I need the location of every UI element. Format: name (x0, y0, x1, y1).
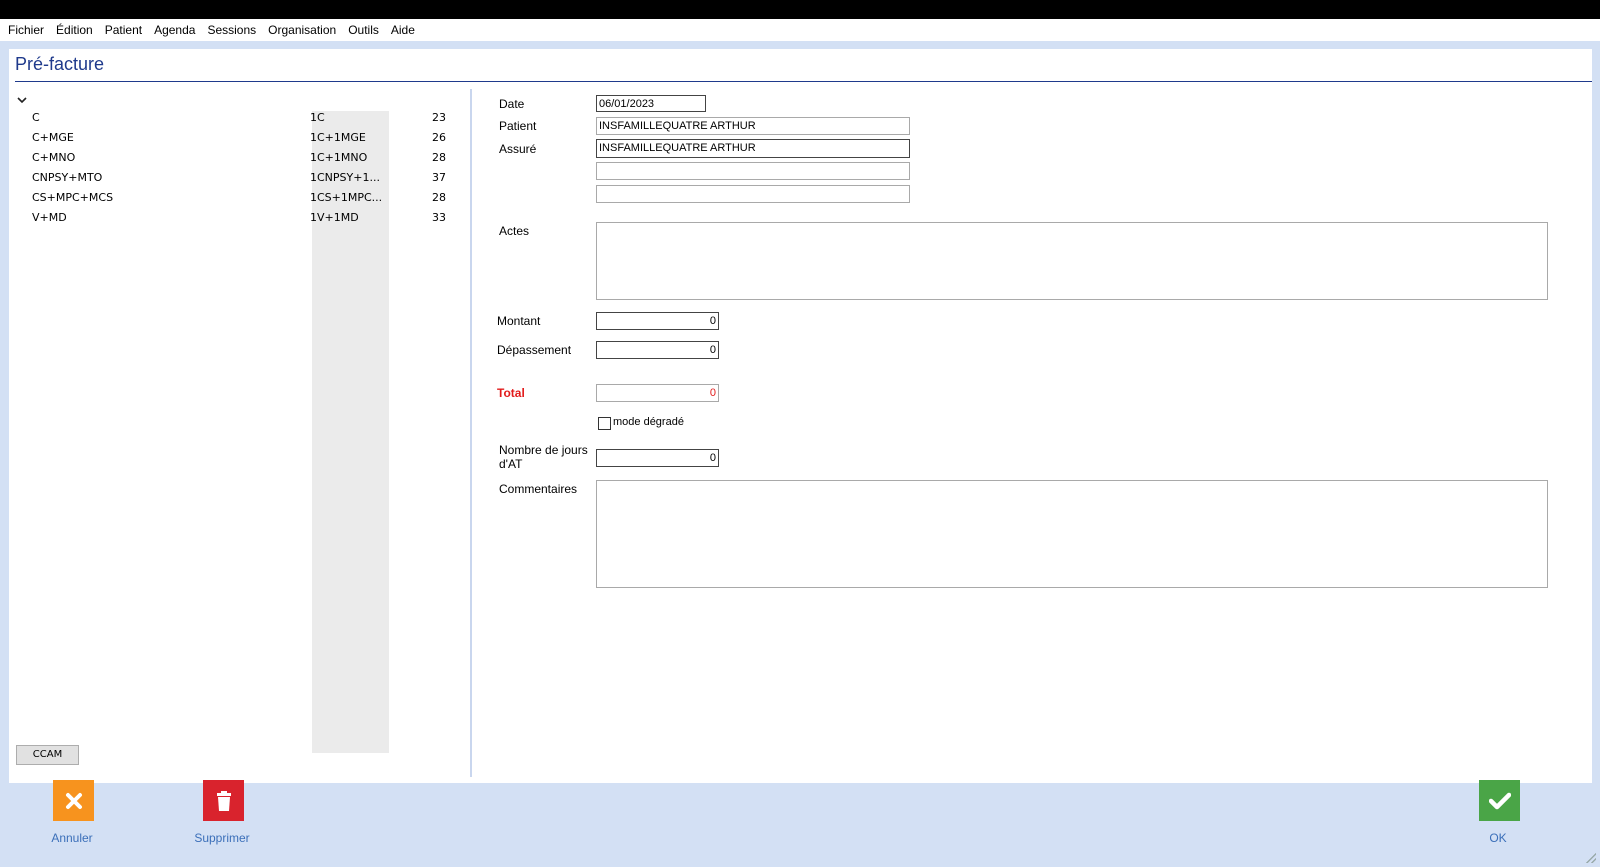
menu-edition[interactable]: Édition (50, 19, 99, 41)
mode-degrade-checkbox[interactable] (598, 417, 611, 430)
actes-textarea[interactable] (596, 222, 1548, 300)
act-label: 1C (310, 111, 325, 124)
depassement-field[interactable]: 0 (596, 341, 719, 359)
act-amount: 28 (432, 191, 446, 204)
act-code: C+MGE (32, 131, 74, 144)
commentaires-textarea[interactable] (596, 480, 1548, 588)
menu-agenda[interactable]: Agenda (148, 19, 201, 41)
list-item[interactable]: C+MGE 1C+1MGE 26 (9, 128, 459, 148)
act-amount: 23 (432, 111, 446, 124)
montant-field[interactable]: 0 (596, 312, 719, 330)
list-item[interactable]: CNPSY+MTO 1CNPSY+1... 37 (9, 168, 459, 188)
act-code: V+MD (32, 211, 67, 224)
act-label: 1CS+1MPC... (310, 191, 383, 204)
act-label: 1V+1MD (310, 211, 359, 224)
panel-divider (470, 89, 472, 777)
date-label: Date (499, 97, 525, 111)
total-label: Total (497, 386, 525, 400)
resize-grip-icon[interactable] (1586, 853, 1596, 863)
jours-at-field[interactable]: 0 (596, 449, 719, 467)
ok-label[interactable]: OK (1453, 831, 1543, 845)
patient-label: Patient (499, 119, 537, 133)
jours-at-label-line1: Nombre de jours (499, 443, 588, 457)
act-code: C (32, 111, 40, 124)
act-code: CS+MPC+MCS (32, 191, 114, 204)
supprimer-button[interactable] (203, 780, 244, 821)
chevron-down-icon[interactable] (17, 94, 27, 107)
supprimer-label[interactable]: Supprimer (177, 831, 267, 845)
list-item[interactable]: CS+MPC+MCS 1CS+1MPC... 28 (9, 188, 459, 208)
patient-field[interactable]: INSFAMILLEQUATRE ARTHUR (596, 117, 910, 135)
acts-list: C 1C 23 C+MGE 1C+1MGE 26 C+MNO 1C+1MNO 2… (9, 108, 459, 228)
act-label: 1C+1MNO (310, 151, 368, 164)
act-amount: 33 (432, 211, 446, 224)
ok-button[interactable] (1479, 780, 1520, 821)
act-amount: 28 (432, 151, 446, 164)
act-code: CNPSY+MTO (32, 171, 103, 184)
menu-bar: Fichier Édition Patient Agenda Sessions … (0, 19, 1600, 41)
date-field[interactable]: 06/01/2023 (596, 95, 706, 112)
close-icon (65, 792, 82, 809)
extra-field-2[interactable] (596, 185, 910, 203)
page-title: Pré-facture (15, 54, 105, 74)
act-amount: 26 (432, 131, 446, 144)
list-item[interactable]: C+MNO 1C+1MNO 28 (9, 148, 459, 168)
assure-label: Assuré (499, 142, 537, 156)
commentaires-label: Commentaires (499, 482, 578, 496)
total-field: 0 (596, 384, 719, 402)
check-icon (1488, 792, 1511, 809)
title-underline (15, 81, 1592, 82)
montant-label: Montant (497, 314, 541, 328)
annuler-label[interactable]: Annuler (27, 831, 117, 845)
menu-fichier[interactable]: Fichier (0, 19, 50, 41)
menu-organisation[interactable]: Organisation (262, 19, 342, 41)
menu-aide[interactable]: Aide (385, 19, 421, 41)
main-panel: Pré-facture C 1C 23 C+MGE 1C+1MGE 26 C+M… (9, 49, 1592, 783)
list-item[interactable]: V+MD 1V+1MD 33 (9, 208, 459, 228)
actes-label: Actes (499, 224, 530, 238)
act-amount: 37 (432, 171, 446, 184)
extra-field-1[interactable] (596, 162, 910, 180)
act-label: 1C+1MGE (310, 131, 366, 144)
act-code: C+MNO (32, 151, 76, 164)
mode-degrade-label[interactable]: mode dégradé (613, 416, 684, 428)
list-item[interactable]: C 1C 23 (9, 108, 459, 128)
menu-sessions[interactable]: Sessions (201, 19, 262, 41)
act-label: 1CNPSY+1... (310, 171, 380, 184)
menu-patient[interactable]: Patient (99, 19, 148, 41)
trash-icon (216, 790, 231, 811)
ccam-button[interactable]: CCAM (16, 745, 79, 765)
assure-field[interactable]: INSFAMILLEQUATRE ARTHUR (596, 139, 910, 158)
annuler-button[interactable] (53, 780, 94, 821)
depassement-label: Dépassement (497, 343, 572, 357)
window-frame: Pré-facture C 1C 23 C+MGE 1C+1MGE 26 C+M… (0, 41, 1600, 867)
jours-at-label-line2: d'AT (499, 457, 523, 471)
menu-outils[interactable]: Outils (342, 19, 385, 41)
